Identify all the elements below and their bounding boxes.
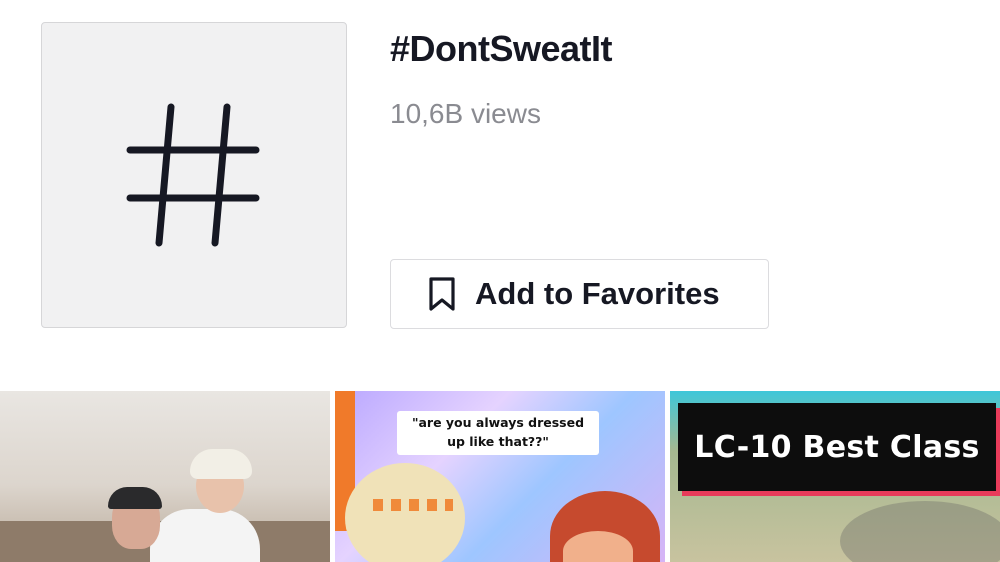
cap bbox=[108, 487, 162, 509]
video-caption: LC-10 Best Class bbox=[694, 429, 980, 465]
hashtag-title: #DontSweatIt bbox=[390, 28, 613, 69]
person-shirt bbox=[150, 509, 260, 562]
video-thumbnail[interactable]: "are you always dressed up like that??" bbox=[335, 391, 665, 562]
add-to-favorites-button[interactable]: Add to Favorites bbox=[390, 259, 769, 329]
hair-clips bbox=[373, 499, 453, 511]
add-to-favorites-label: Add to Favorites bbox=[475, 276, 720, 311]
blonde-wig bbox=[345, 463, 465, 562]
video-thumbnail[interactable]: LC-10 Best Class bbox=[670, 391, 1000, 562]
view-count: 10,6B views bbox=[390, 98, 541, 129]
hashtag-cover bbox=[41, 22, 347, 328]
video-thumbnail[interactable] bbox=[0, 391, 330, 562]
video-grid: "are you always dressed up like that??" … bbox=[0, 391, 1000, 562]
video-title-banner: LC-10 Best Class bbox=[678, 403, 996, 491]
background-smoke bbox=[840, 501, 1000, 562]
hashtag-icon bbox=[126, 103, 260, 247]
bookmark-icon bbox=[429, 277, 455, 311]
blonde-hair bbox=[190, 449, 252, 479]
video-caption: "are you always dressed up like that??" bbox=[397, 411, 599, 455]
